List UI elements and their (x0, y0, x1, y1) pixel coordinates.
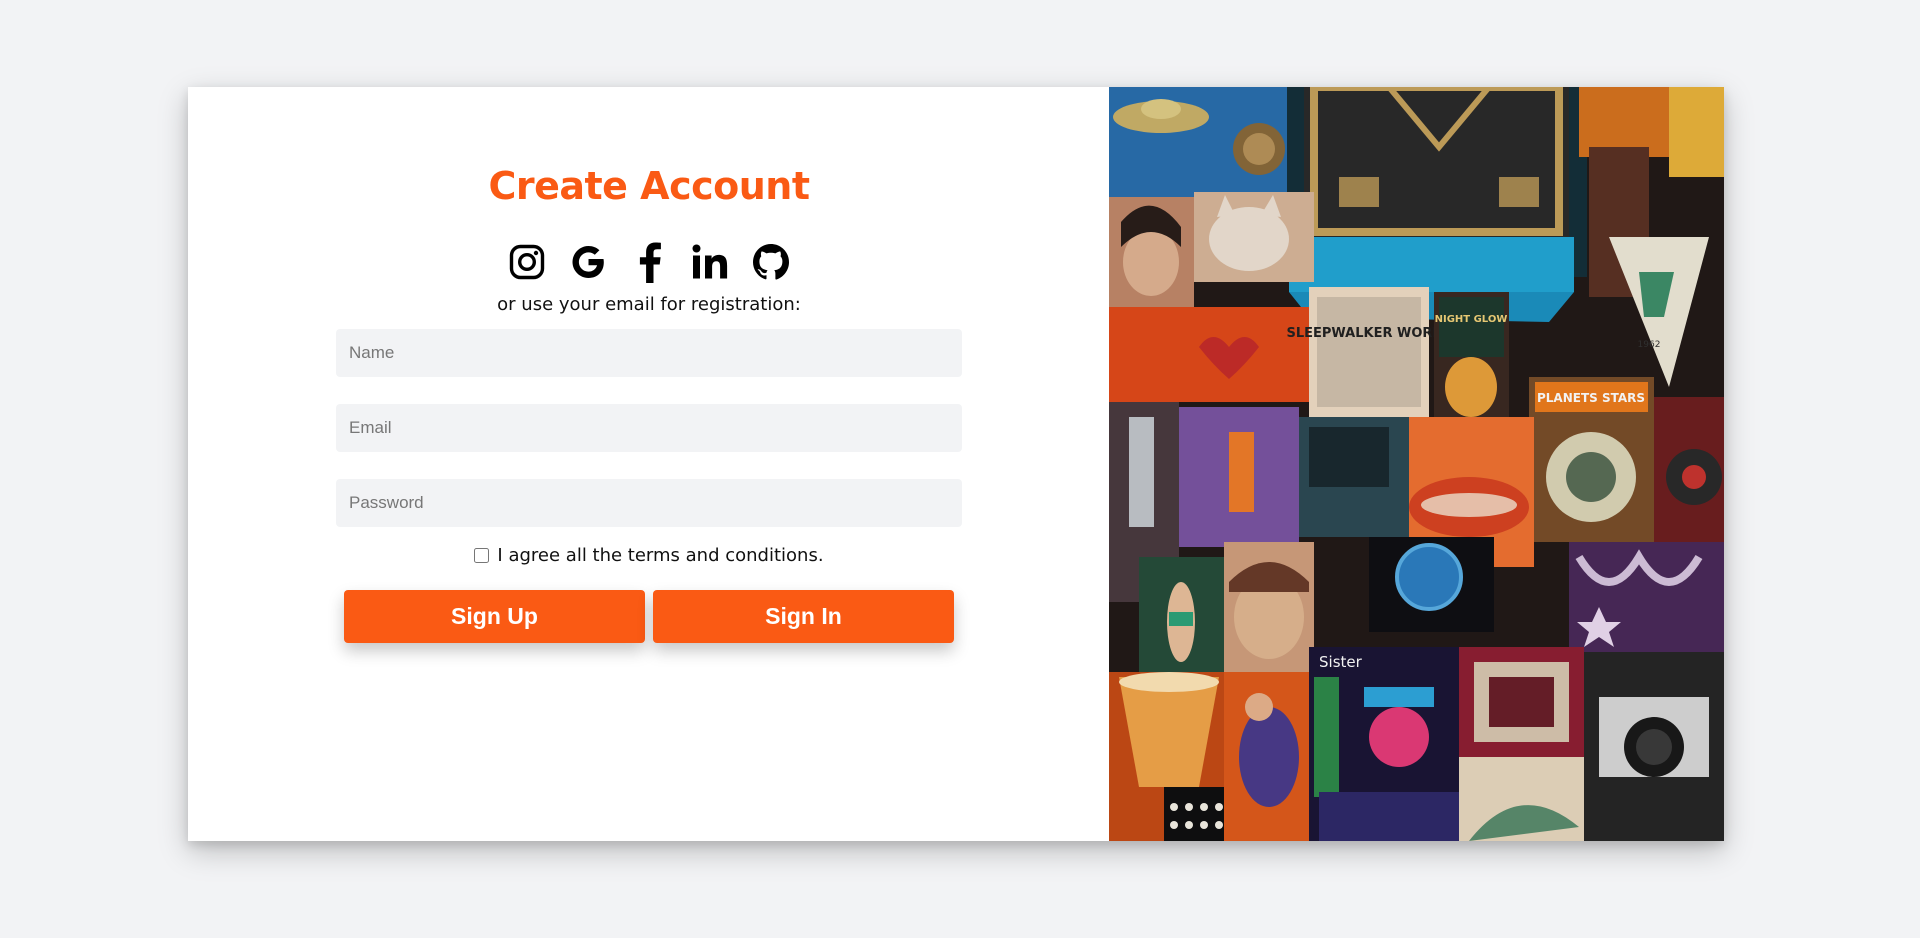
password-field[interactable] (336, 479, 962, 527)
collage-image: 1962 SLEEPWALKER WORLD NIGHT GLOW PLANET… (1109, 87, 1724, 841)
name-field[interactable] (336, 329, 962, 377)
sign-in-button[interactable]: Sign In (653, 590, 954, 643)
collage-artwork: 1962 SLEEPWALKER WORLD NIGHT GLOW PLANET… (1109, 87, 1724, 841)
terms-label: I agree all the terms and conditions. (497, 544, 824, 566)
email-field[interactable] (336, 404, 962, 452)
signup-form-panel: Create Account or use your email for reg… (188, 87, 1109, 841)
facebook-icon (639, 242, 661, 283)
page-title: Create Account (488, 164, 810, 208)
instagram-icon (509, 244, 545, 280)
google-button[interactable] (566, 240, 610, 284)
sign-up-button[interactable]: Sign Up (344, 590, 645, 643)
linkedin-button[interactable] (688, 240, 732, 284)
google-icon (572, 246, 604, 278)
social-login-row (505, 239, 793, 285)
linkedin-icon (692, 244, 728, 279)
signup-form: Create Account or use your email for reg… (336, 87, 962, 643)
form-actions: Sign Up Sign In (344, 590, 954, 643)
facebook-button[interactable] (627, 240, 671, 284)
signup-card: Create Account or use your email for reg… (188, 87, 1724, 841)
terms-row[interactable]: I agree all the terms and conditions. (474, 543, 824, 567)
terms-checkbox[interactable] (474, 547, 490, 563)
instagram-button[interactable] (505, 240, 549, 284)
github-icon (753, 244, 789, 280)
registration-hint: or use your email for registration: (497, 294, 801, 315)
github-button[interactable] (749, 240, 793, 284)
